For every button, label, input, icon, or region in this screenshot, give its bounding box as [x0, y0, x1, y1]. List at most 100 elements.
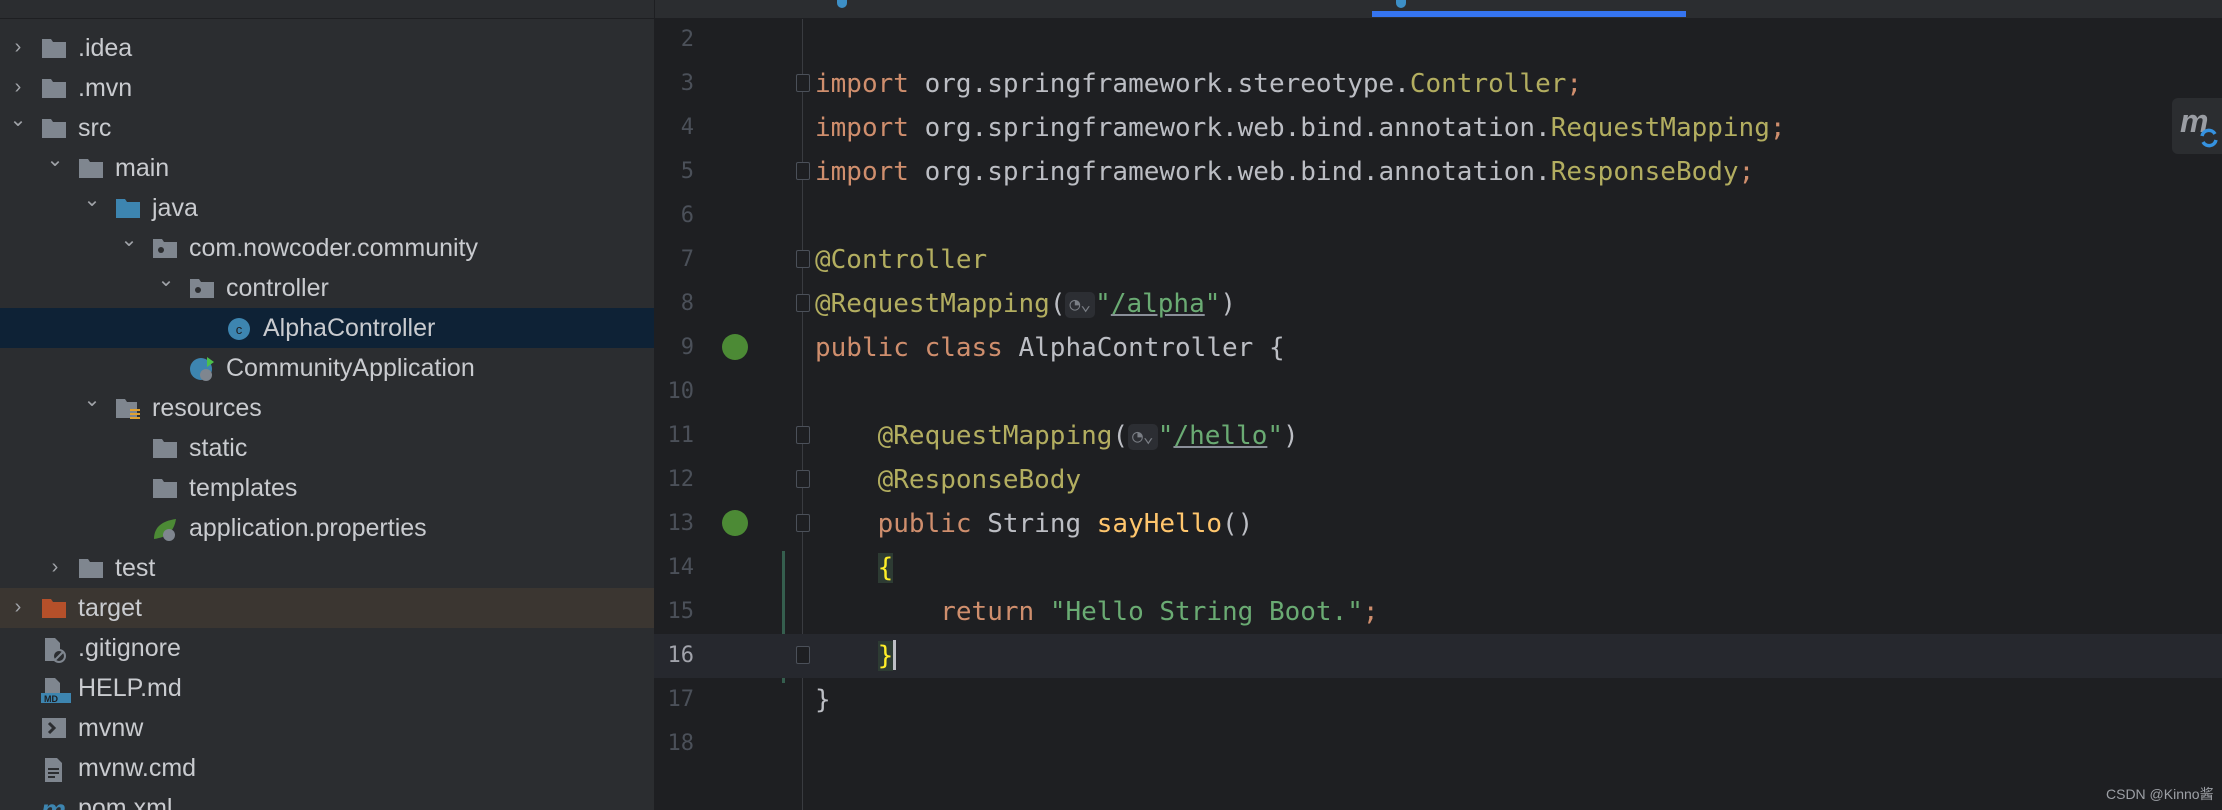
- tab-file-icon[interactable]: [1396, 0, 1406, 8]
- tree-item-label: .gitignore: [78, 634, 181, 662]
- line-number[interactable]: 16: [654, 643, 695, 668]
- code-line[interactable]: 9 public class AlphaController {: [654, 326, 2222, 370]
- code-line[interactable]: 4 import org.springframework.web.bind.ann…: [654, 106, 2222, 150]
- chevron-right-icon[interactable]: ›: [45, 557, 65, 577]
- tree-item[interactable]: ⌄ controller: [0, 268, 654, 308]
- line-number[interactable]: 4: [654, 115, 694, 140]
- line-number[interactable]: 10: [654, 379, 695, 404]
- code-line[interactable]: 11 @RequestMapping(◔⌄ "/hello"): [654, 414, 2222, 458]
- line-number[interactable]: 18: [654, 731, 695, 756]
- tree-item[interactable]: ⌄ com.nowcoder.community: [0, 228, 654, 268]
- tree-item[interactable]: › target: [0, 588, 654, 628]
- url-inlay-globe-icon[interactable]: ◔⌄: [1128, 424, 1158, 450]
- maven-reload-button[interactable]: m: [2172, 98, 2222, 154]
- spring-web-endpoint-icon[interactable]: [722, 510, 748, 536]
- url-inlay-globe-icon[interactable]: ◔⌄: [1065, 292, 1096, 318]
- tree-item[interactable]: c AlphaController: [0, 308, 654, 348]
- tree-item[interactable]: templates: [0, 468, 654, 508]
- line-number[interactable]: 9: [654, 335, 694, 360]
- line-number[interactable]: 5: [654, 159, 694, 184]
- code-token: ": [1157, 421, 1174, 451]
- line-number[interactable]: 12: [654, 467, 695, 492]
- tree-item[interactable]: static: [0, 428, 654, 468]
- tree-item[interactable]: ⌄ java: [0, 188, 654, 228]
- code-line[interactable]: 15 return "Hello String Boot.";: [654, 590, 2222, 634]
- active-tab-indicator[interactable]: [1372, 11, 1686, 17]
- line-number[interactable]: 14: [654, 555, 695, 580]
- chevron-right-icon[interactable]: ›: [8, 37, 28, 57]
- tree-item[interactable]: mvnw: [0, 708, 654, 748]
- tree-item[interactable]: CommunityApplication: [0, 348, 654, 388]
- line-number[interactable]: 8: [654, 291, 694, 316]
- code-line[interactable]: 5 import org.springframework.web.bind.ann…: [654, 150, 2222, 194]
- fold-marker-icon[interactable]: [796, 470, 810, 488]
- tree-item[interactable]: application.properties: [0, 508, 654, 548]
- tree-item[interactable]: .gitignore: [0, 628, 654, 668]
- line-number[interactable]: 3: [654, 71, 694, 96]
- code-line[interactable]: 10: [654, 370, 2222, 414]
- spring-bean-icon[interactable]: [722, 334, 748, 360]
- tree-item[interactable]: ⌄ src: [0, 108, 654, 148]
- code-token: ": [1095, 289, 1111, 319]
- tab-file-icon[interactable]: [837, 0, 847, 8]
- code-token: (: [1049, 289, 1066, 319]
- code-token: }: [877, 641, 894, 671]
- line-number[interactable]: 15: [654, 599, 695, 624]
- chevron-down-icon[interactable]: ⌄: [156, 270, 176, 290]
- chevron-down-icon[interactable]: ⌄: [45, 150, 65, 170]
- url-link[interactable]: /alpha: [1111, 289, 1205, 319]
- fold-marker-icon[interactable]: [796, 74, 810, 92]
- chevron-down-icon[interactable]: ⌄: [8, 110, 28, 130]
- code-line[interactable]: 12 @ResponseBody: [654, 458, 2222, 502]
- resources-folder-icon: [115, 397, 141, 419]
- fold-marker-icon[interactable]: [796, 294, 810, 312]
- line-number[interactable]: 7: [654, 247, 694, 272]
- code-line[interactable]: 8 @RequestMapping(◔⌄ "/alpha"): [654, 282, 2222, 326]
- fold-marker-icon[interactable]: [796, 646, 810, 664]
- line-number[interactable]: 17: [654, 687, 695, 712]
- code-token: {: [877, 553, 894, 583]
- tree-item[interactable]: ⌄ main: [0, 148, 654, 188]
- line-number[interactable]: 2: [654, 27, 694, 52]
- line-number[interactable]: 13: [654, 511, 695, 536]
- code-token: ;: [1362, 597, 1379, 627]
- code-line[interactable]: 17}: [654, 678, 2222, 722]
- fold-marker-icon[interactable]: [796, 250, 810, 268]
- tree-item[interactable]: m pom.xml: [0, 788, 654, 810]
- tree-item[interactable]: › .idea: [0, 28, 654, 68]
- code-text: import org.springframework.stereotype.Co…: [815, 68, 1582, 100]
- watermark: CSDN @Kinno酱: [2106, 786, 2214, 802]
- text-file-icon: [41, 757, 67, 782]
- code-token: ): [1220, 289, 1237, 319]
- code-line[interactable]: 6: [654, 194, 2222, 238]
- code-editor[interactable]: 2 3 import org.springframework.stereotype.…: [654, 19, 2222, 810]
- tree-item[interactable]: › test: [0, 548, 654, 588]
- tree-item[interactable]: ⌄ resources: [0, 388, 654, 428]
- code-line[interactable]: 14 {: [654, 546, 2222, 590]
- code-line[interactable]: 16 }: [654, 634, 2222, 678]
- code-line[interactable]: 7 @Controller: [654, 238, 2222, 282]
- code-text: import org.springframework.web.bind.anno…: [815, 156, 1754, 188]
- fold-marker-icon[interactable]: [796, 514, 810, 532]
- project-tree: › .idea › .mvn ⌄ src ⌄ main ⌄ java ⌄ com.nowcoder.c…: [0, 19, 654, 810]
- fold-marker-icon[interactable]: [796, 426, 810, 444]
- code-line[interactable]: 13 public String sayHello(): [654, 502, 2222, 546]
- tree-item[interactable]: mvnw.cmd: [0, 748, 654, 788]
- fold-marker-icon[interactable]: [796, 162, 810, 180]
- chevron-right-icon[interactable]: ›: [8, 77, 28, 97]
- chevron-down-icon[interactable]: ⌄: [82, 390, 102, 410]
- code-line[interactable]: 2: [654, 18, 2222, 62]
- chevron-right-icon[interactable]: ›: [8, 597, 28, 617]
- line-number[interactable]: 6: [654, 203, 694, 228]
- code-line[interactable]: 3 import org.springframework.stereotype.C…: [654, 62, 2222, 106]
- tree-item[interactable]: MD HELP.md: [0, 668, 654, 708]
- line-number[interactable]: 11: [654, 423, 695, 448]
- tree-item[interactable]: › .mvn: [0, 68, 654, 108]
- url-link[interactable]: /hello: [1173, 421, 1267, 451]
- code-token: Controller: [1409, 69, 1567, 99]
- chevron-down-icon[interactable]: ⌄: [119, 230, 139, 250]
- chevron-down-icon[interactable]: ⌄: [82, 190, 102, 210]
- code-line[interactable]: 18: [654, 722, 2222, 766]
